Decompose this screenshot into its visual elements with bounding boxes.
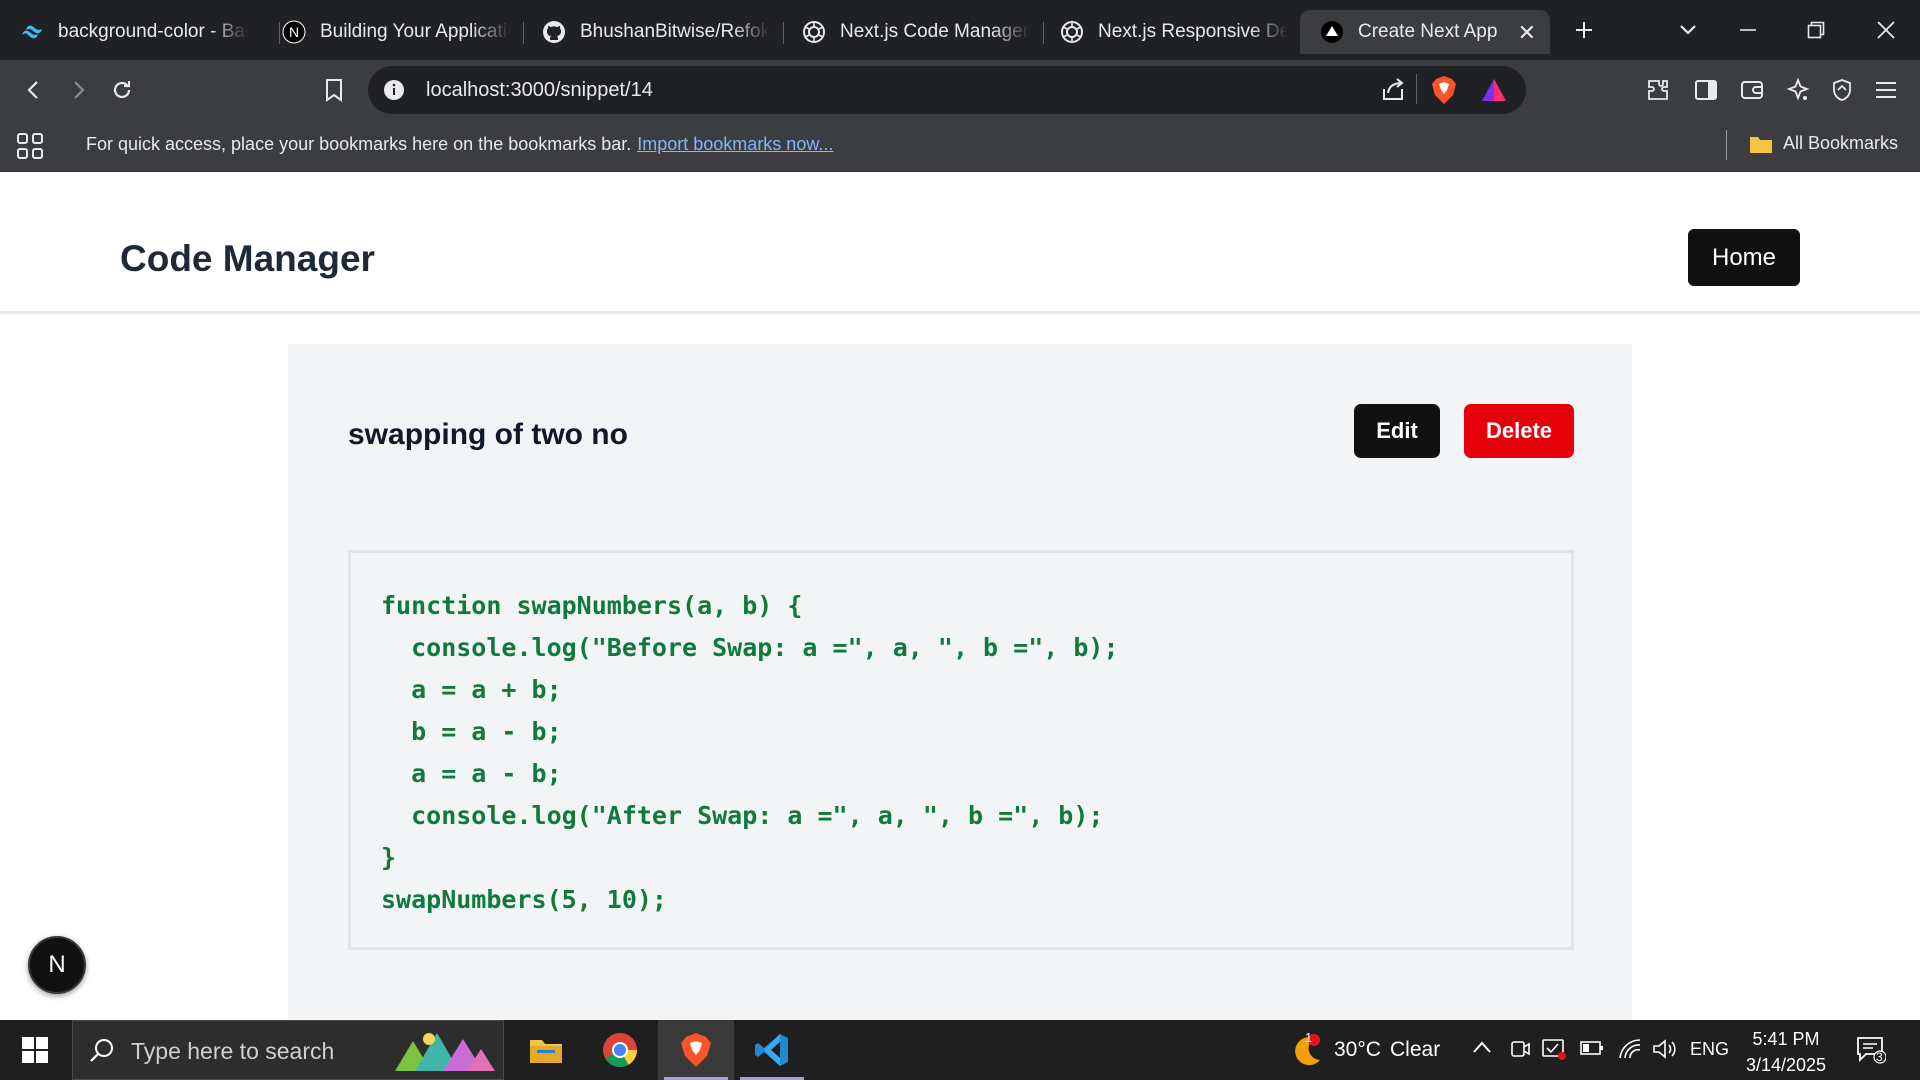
chrome-icon[interactable] — [582, 1020, 658, 1080]
clock[interactable]: 5:41 PM 3/14/2025 — [1736, 1026, 1836, 1078]
weather-alert-badge: 1 — [1305, 1030, 1313, 1045]
tab-title: background-color - Background Color — [58, 21, 248, 42]
reload-icon[interactable] — [104, 72, 140, 108]
forward-icon[interactable] — [60, 72, 96, 108]
all-bookmarks-label: All Bookmarks — [1782, 133, 1898, 153]
import-bookmarks-link[interactable]: Import bookmarks now... — [637, 134, 833, 154]
github-icon — [542, 20, 566, 44]
back-icon[interactable] — [16, 72, 52, 108]
taskbar: Type here to search 1 30°C Clear ENG 5:4… — [0, 1020, 1920, 1080]
browser-tab[interactable]: N Building Your Application — [262, 10, 524, 54]
code-block[interactable]: function swapNumbers(a, b) { console.log… — [348, 550, 1574, 950]
menu-icon[interactable] — [1868, 72, 1904, 108]
close-window-icon[interactable] — [1866, 12, 1906, 48]
tab-title: Next.js Code Manager — [840, 21, 1030, 42]
minimize-icon[interactable] — [1728, 12, 1768, 48]
address-bar[interactable]: localhost:3000/snippet/14 — [368, 66, 1526, 114]
file-explorer-icon[interactable] — [508, 1020, 584, 1080]
search-placeholder: Type here to search — [131, 1038, 335, 1064]
tab-title: Building Your Application — [320, 21, 510, 42]
snippet-card: swapping of two no Edit Delete function … — [288, 344, 1632, 1020]
tab-title: Next.js Responsive Design — [1098, 21, 1288, 42]
browser-tab[interactable]: Next.js Code Manager — [782, 10, 1044, 54]
site-brand[interactable]: Code Manager — [120, 238, 375, 280]
page-viewport: Code Manager Home swapping of two no Edi… — [0, 172, 1920, 1020]
language-indicator[interactable]: ENG — [1690, 1039, 1729, 1060]
bookmarks-bar: For quick access, place your bookmarks h… — [0, 120, 1920, 172]
bookmarks-hint: For quick access, place your bookmarks h… — [86, 134, 833, 155]
chevron-up-icon[interactable] — [1472, 1040, 1492, 1059]
security-alert-icon[interactable] — [1542, 1038, 1566, 1065]
weather-icon[interactable] — [1284, 1032, 1324, 1073]
taskbar-search[interactable]: Type here to search — [72, 1020, 504, 1080]
brave-browser-icon[interactable] — [658, 1020, 734, 1080]
extensions-icon[interactable] — [1640, 72, 1676, 108]
restore-icon[interactable] — [1796, 12, 1836, 48]
openai-icon — [1060, 20, 1084, 44]
openai-icon — [802, 20, 826, 44]
site-info-icon[interactable] — [382, 78, 406, 107]
sidebar-icon[interactable] — [1688, 72, 1724, 108]
snippet-title: swapping of two no — [348, 418, 628, 451]
new-tab-button[interactable] — [1564, 12, 1604, 48]
folder-icon — [1749, 136, 1772, 153]
battery-icon[interactable] — [1580, 1040, 1604, 1061]
search-icon — [89, 1037, 115, 1068]
nextjs-icon: N — [282, 20, 306, 44]
search-highlight-icon — [389, 1025, 501, 1080]
leo-ai-icon[interactable] — [1780, 72, 1816, 108]
clock-time: 5:41 PM — [1752, 1029, 1820, 1049]
edit-button[interactable]: Edit — [1354, 404, 1440, 458]
share-icon[interactable] — [1380, 77, 1406, 108]
all-bookmarks-button[interactable]: All Bookmarks — [1749, 133, 1898, 154]
brave-shields-icon[interactable] — [1430, 75, 1458, 110]
meet-now-icon[interactable] — [1510, 1038, 1530, 1065]
bookmarks-divider — [1726, 130, 1727, 160]
vscode-icon[interactable] — [734, 1020, 810, 1080]
browser-tab-active[interactable]: Create Next App ✕ — [1300, 10, 1550, 54]
notification-count: 3 — [1876, 1050, 1883, 1064]
bookmarks-hint-text: For quick access, place your bookmarks h… — [86, 134, 632, 154]
site-navbar: Code Manager Home — [0, 172, 1920, 314]
vpn-shield-icon[interactable] — [1824, 72, 1860, 108]
browser-tab[interactable]: Next.js Responsive Design — [1040, 10, 1302, 54]
wallet-icon[interactable] — [1734, 72, 1770, 108]
wifi-icon[interactable] — [1618, 1038, 1642, 1065]
brave-rewards-icon[interactable] — [1480, 77, 1508, 108]
nextjs-dev-indicator[interactable]: N — [28, 936, 86, 994]
weather-desc[interactable]: Clear — [1390, 1038, 1440, 1062]
apps-grid-icon[interactable] — [16, 132, 44, 165]
code-text: function swapNumbers(a, b) { console.log… — [381, 591, 1119, 914]
tab-strip: background-color - Background Color N Bu… — [0, 0, 1920, 60]
volume-icon[interactable] — [1652, 1038, 1678, 1065]
close-tab-icon[interactable]: ✕ — [1518, 20, 1536, 46]
svg-text:N: N — [289, 24, 299, 40]
url-text: localhost:3000/snippet/14 — [426, 79, 653, 101]
omnibox-divider — [1416, 74, 1417, 104]
clock-date: 3/14/2025 — [1745, 1055, 1827, 1075]
weather-temp[interactable]: 30°C — [1334, 1038, 1381, 1062]
home-button[interactable]: Home — [1688, 229, 1800, 286]
tailwind-icon — [20, 20, 44, 44]
start-button[interactable] — [0, 1020, 70, 1080]
browser-tab[interactable]: BhushanBitwise/Refokus — [522, 10, 784, 54]
tab-title: BhushanBitwise/Refokus — [580, 21, 770, 42]
windows-icon — [22, 1037, 48, 1063]
tab-search-chevron-icon[interactable] — [1668, 12, 1708, 48]
tab-title: Create Next App — [1358, 21, 1498, 42]
browser-tab[interactable]: background-color - Background Color — [0, 10, 280, 54]
bookmark-icon[interactable] — [316, 72, 352, 108]
delete-button[interactable]: Delete — [1464, 404, 1574, 458]
vercel-triangle-icon — [1320, 20, 1344, 44]
